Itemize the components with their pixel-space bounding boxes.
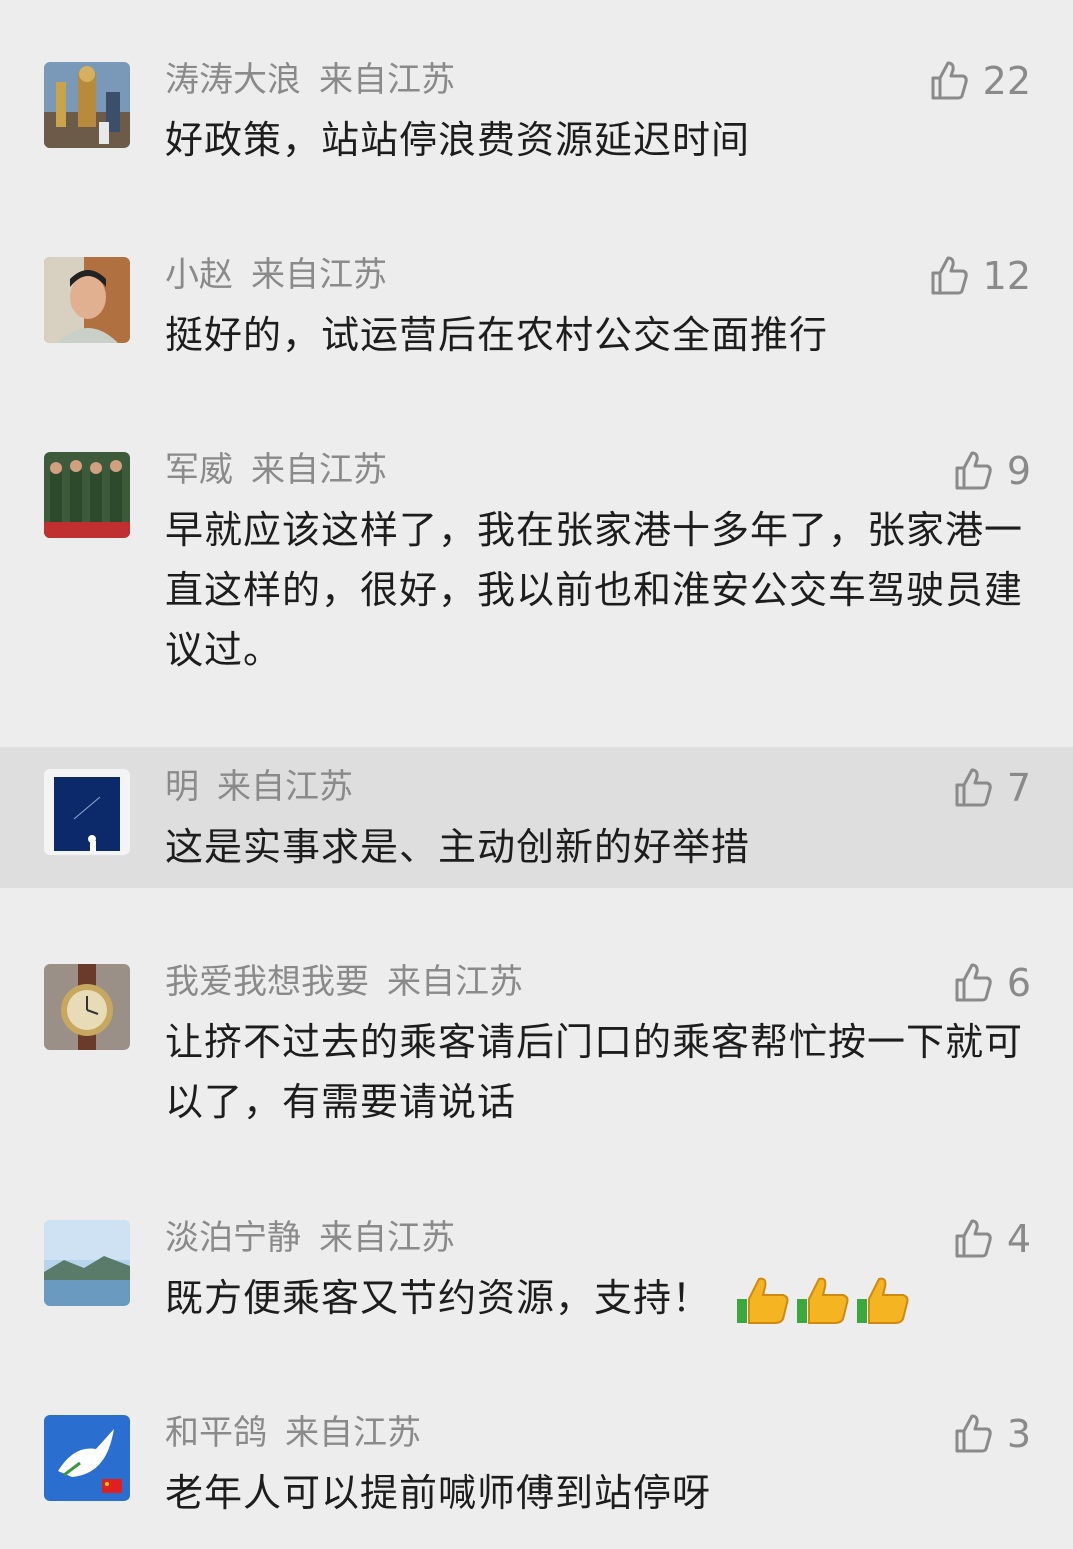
comment-item[interactable]: 军威 来自江苏 9 早就应该这样了，我在张家港十多年了，张家港一直这样的，很好，我… xyxy=(0,390,1073,747)
comment-meta: 和平鸽 来自江苏 xyxy=(165,1413,421,1453)
like-button[interactable]: 22 xyxy=(929,58,1031,104)
comment-text: 好政策，站站停浪费资源延迟时间 xyxy=(165,118,751,162)
comment-meta: 涛涛大浪 来自江苏 xyxy=(165,60,455,100)
like-button[interactable]: 7 xyxy=(953,765,1031,811)
avatar[interactable] xyxy=(44,452,130,538)
comment-item[interactable]: 小赵 来自江苏 12 挺好的，试运营后在农村公交全面推行 xyxy=(0,195,1073,390)
location-label: 来自江苏 xyxy=(319,1218,455,1258)
like-count: 4 xyxy=(1006,1217,1031,1261)
like-button[interactable]: 6 xyxy=(953,960,1031,1006)
username[interactable]: 和平鸽 xyxy=(165,1413,267,1453)
like-button[interactable]: 9 xyxy=(953,448,1031,494)
emoji-row xyxy=(735,1275,915,1327)
like-count: 12 xyxy=(982,254,1031,298)
comment-text: 早就应该这样了，我在张家港十多年了，张家港一直这样的，很好，我以前也和淮安公交车… xyxy=(165,508,1024,672)
location-label: 来自江苏 xyxy=(251,450,387,490)
comment-item[interactable]: 涛涛大浪 来自江苏 22 好政策，站站停浪费资源延迟时间 xyxy=(0,0,1073,195)
username[interactable]: 淡泊宁静 xyxy=(165,1218,301,1258)
like-count: 3 xyxy=(1006,1412,1031,1456)
thumbs-up-icon xyxy=(955,1414,992,1453)
thumbs-up-icon xyxy=(955,768,992,807)
comment-meta: 小赵 来自江苏 xyxy=(165,255,387,295)
avatar[interactable] xyxy=(44,1220,130,1306)
location-label: 来自江苏 xyxy=(285,1413,421,1453)
comment-item[interactable]: 明来自江苏 7 这是实事求是、主动创新的好举措 xyxy=(0,747,1073,888)
username[interactable]: 明 xyxy=(165,767,199,807)
comment-meta: 军威 来自江苏 xyxy=(165,450,387,490)
thumbs-up-icon xyxy=(931,256,968,295)
thumbs-up-emoji xyxy=(737,1277,789,1324)
thumbs-up-icon xyxy=(955,1219,992,1258)
location-label: 来自江苏 xyxy=(217,767,353,807)
comment-text: 这是实事求是、主动创新的好举措 xyxy=(165,825,751,869)
like-count: 6 xyxy=(1006,961,1031,1005)
username[interactable]: 涛涛大浪 xyxy=(165,60,301,100)
like-button[interactable]: 3 xyxy=(953,1411,1031,1457)
like-count: 22 xyxy=(982,59,1031,103)
thumbs-up-icon xyxy=(955,451,992,490)
avatar[interactable] xyxy=(44,1415,130,1501)
comment-meta: 我爱我想我要 来自江苏 xyxy=(165,962,523,1002)
like-button[interactable]: 12 xyxy=(929,253,1031,299)
location-label: 来自江苏 xyxy=(387,962,523,1002)
comment-text-row: 既方便乘客又节约资源，支持！ xyxy=(165,1268,1025,1328)
comment-meta: 淡泊宁静 来自江苏 xyxy=(165,1218,455,1258)
thumbs-up-icon xyxy=(955,963,992,1002)
comment-text: 既方便乘客又节约资源，支持！ xyxy=(165,1276,712,1320)
username[interactable]: 军威 xyxy=(165,450,233,490)
username[interactable]: 小赵 xyxy=(165,255,233,295)
avatar[interactable] xyxy=(44,964,130,1050)
like-count: 7 xyxy=(1006,766,1031,810)
comment-item[interactable]: 淡泊宁静 来自江苏 4 既方便乘客又节约资源，支持！ xyxy=(0,1215,1073,1410)
comment-text: 老年人可以提前喊师傅到站停呀 xyxy=(165,1471,712,1515)
location-label: 来自江苏 xyxy=(319,60,455,100)
comment-item[interactable]: 和平鸽 来自江苏 3 老年人可以提前喊师傅到站停呀 xyxy=(0,1410,1073,1549)
avatar[interactable] xyxy=(44,257,130,343)
thumbs-up-icon xyxy=(931,61,968,100)
thumbs-up-emoji xyxy=(797,1277,849,1324)
avatar[interactable] xyxy=(44,769,130,855)
username[interactable]: 我爱我想我要 xyxy=(165,962,369,1002)
like-count: 9 xyxy=(1006,449,1031,493)
comment-item[interactable]: 我爱我想我要 来自江苏 6 让挤不过去的乘客请后门口的乘客帮忙按一下就可以了，有需… xyxy=(0,888,1073,1215)
comment-text: 挺好的，试运营后在农村公交全面推行 xyxy=(165,313,829,357)
like-button[interactable]: 4 xyxy=(953,1216,1031,1262)
comment-text: 让挤不过去的乘客请后门口的乘客帮忙按一下就可以了，有需要请说话 xyxy=(165,1020,1024,1124)
thumbs-up-emoji xyxy=(857,1277,909,1324)
avatar[interactable] xyxy=(44,62,130,148)
comment-meta: 明来自江苏 xyxy=(165,767,353,807)
location-label: 来自江苏 xyxy=(251,255,387,295)
